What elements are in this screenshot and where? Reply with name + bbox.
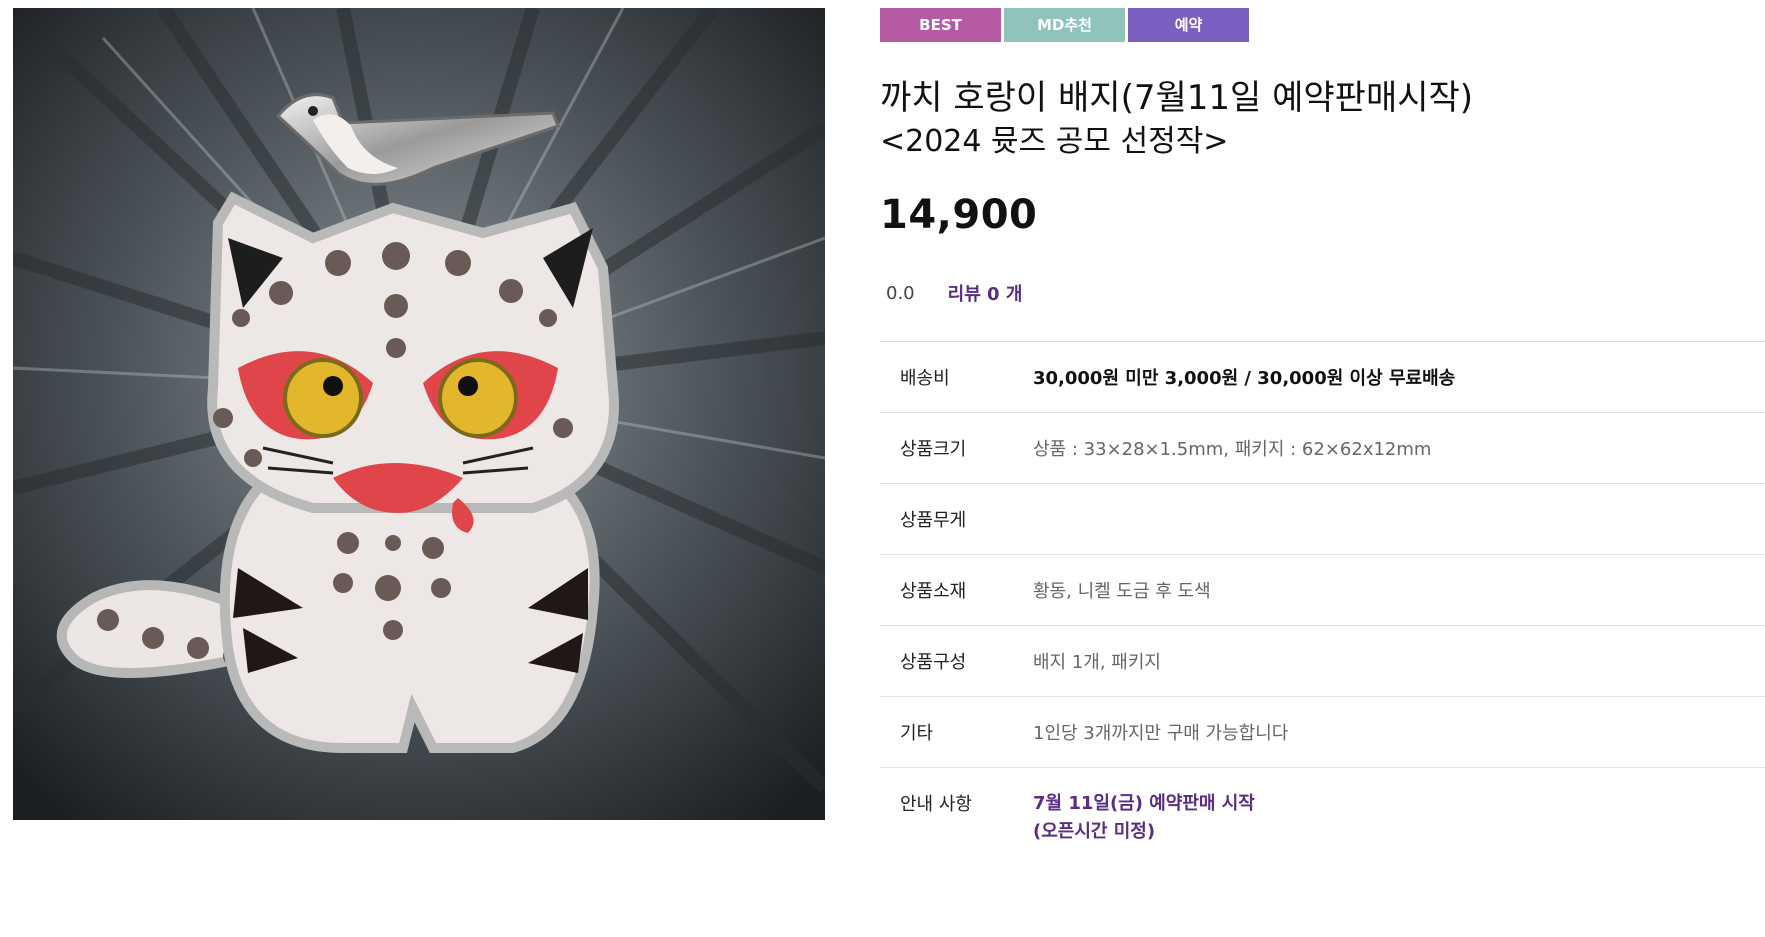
spec-label: 상품소재 xyxy=(900,581,967,602)
notice-line: 7월 11일(금) 예약판매 시작 xyxy=(1033,793,1255,814)
spec-label: 안내 사항 xyxy=(900,794,972,815)
spec-label: 상품구성 xyxy=(900,652,967,673)
notice-line: (오픈시간 미정) xyxy=(1033,821,1156,842)
product-info: BEST MD추천 예약 까치 호랑이 배지(7월11일 예약판매시작) <20… xyxy=(880,8,1765,846)
spec-label: 배송비 xyxy=(900,368,950,389)
badge-reservation: 예약 xyxy=(1128,8,1249,42)
spec-row-shipping: 배송비 30,000원 미만 3,000원 / 30,000원 이상 무료배송 xyxy=(880,342,1765,413)
spec-row-composition: 상품구성 배지 1개, 패키지 xyxy=(880,626,1765,697)
badge-md-pick: MD추천 xyxy=(1004,8,1125,42)
spec-table: 배송비 30,000원 미만 3,000원 / 30,000원 이상 무료배송 … xyxy=(880,341,1765,846)
badge-best: BEST xyxy=(880,8,1001,42)
spec-label: 상품크기 xyxy=(900,439,967,460)
spec-value: 상품 : 33×28×1.5mm, 패키지 : 62×62x12mm xyxy=(1033,439,1432,460)
notice-text: 7월 11일(금) 예약판매 시작 (오픈시간 미정) xyxy=(1033,790,1255,846)
spec-value: 황동, 니켈 도금 후 도색 xyxy=(1033,581,1211,602)
spec-value: 1인당 3개까지만 구매 가능합니다 xyxy=(1033,723,1289,744)
spec-row-weight: 상품무게 xyxy=(880,484,1765,555)
spec-row-etc: 기타 1인당 3개까지만 구매 가능합니다 xyxy=(880,697,1765,768)
spec-row-notice: 안내 사항 7월 11일(금) 예약판매 시작 (오픈시간 미정) xyxy=(880,768,1765,846)
product-image xyxy=(13,8,825,820)
spec-value: 30,000원 미만 3,000원 / 30,000원 이상 무료배송 xyxy=(1033,368,1456,389)
rating-score: 0.0 xyxy=(886,282,915,304)
rating-row: 0.0 리뷰 0 개 xyxy=(880,278,1765,308)
spec-value: 배지 1개, 패키지 xyxy=(1033,652,1161,673)
product-price: 14,900 xyxy=(880,192,1038,238)
spec-label: 기타 xyxy=(900,723,934,744)
badge-list: BEST MD추천 예약 xyxy=(880,8,1765,42)
product-title: 까치 호랑이 배지(7월11일 예약판매시작) xyxy=(880,78,1474,118)
spec-label: 상품무게 xyxy=(900,510,967,531)
review-count-link[interactable]: 리뷰 0 개 xyxy=(948,280,1023,306)
spec-row-size: 상품크기 상품 : 33×28×1.5mm, 패키지 : 62×62x12mm xyxy=(880,413,1765,484)
spec-row-material: 상품소재 황동, 니켈 도금 후 도색 xyxy=(880,555,1765,626)
product-subtitle: <2024 뮷즈 공모 선정작> xyxy=(880,124,1229,159)
